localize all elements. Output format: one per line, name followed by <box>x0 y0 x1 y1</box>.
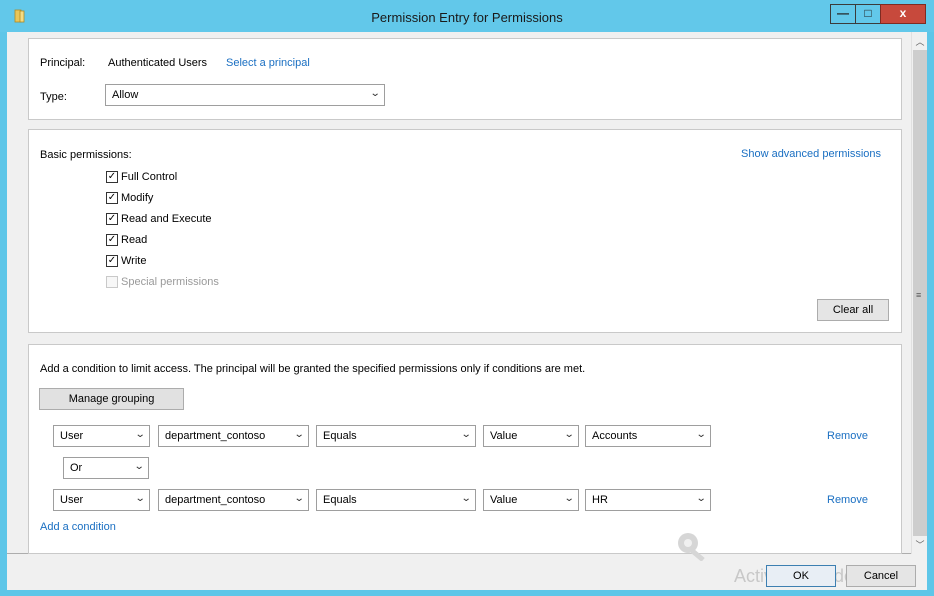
minimize-icon: — <box>837 6 849 20</box>
close-icon: x <box>899 6 907 20</box>
select-principal-link[interactable]: Select a principal <box>226 57 310 69</box>
title-bar[interactable]: Permission Entry for Permissions — □ x <box>0 0 934 32</box>
write-checkbox[interactable]: ✓ <box>106 255 118 267</box>
add-condition-link[interactable]: Add a condition <box>40 521 116 533</box>
write-label[interactable]: Write <box>121 255 146 267</box>
window-title: Permission Entry for Permissions <box>371 10 563 25</box>
chevron-down-icon: ⌄ <box>369 88 381 99</box>
close-button[interactable]: x <box>880 4 926 24</box>
show-advanced-permissions-link[interactable]: Show advanced permissions <box>741 148 881 160</box>
type-select[interactable]: Allow ⌄ <box>105 84 385 106</box>
condition-1-operator-select[interactable]: Equals ⌄ <box>316 425 476 447</box>
condition-2-subject-select[interactable]: User ⌄ <box>53 489 150 511</box>
condition-1-attribute-select[interactable]: department_contoso ⌄ <box>158 425 309 447</box>
maximize-icon: □ <box>864 6 872 20</box>
scroll-down-arrow-icon[interactable]: ﹀ <box>912 537 928 553</box>
basic-permissions-panel: Basic permissions: Show advanced permiss… <box>28 129 902 333</box>
type-select-value: Allow <box>112 89 139 101</box>
chevron-down-icon: ⌄ <box>293 493 305 504</box>
type-label: Type: <box>40 91 67 103</box>
chevron-down-icon: ⌄ <box>563 493 575 504</box>
scroll-up-arrow-icon[interactable]: ︿ <box>912 34 928 50</box>
read-and-execute-checkbox[interactable]: ✓ <box>106 213 118 225</box>
condition-2-operator-value: Equals <box>323 494 357 506</box>
chevron-down-icon: ⌄ <box>293 429 305 440</box>
clear-all-button[interactable]: Clear all <box>817 299 889 321</box>
condition-2-subject-value: User <box>60 494 84 506</box>
dialog-client: Principal: Authenticated Users Select a … <box>7 32 927 590</box>
basic-permissions-label: Basic permissions: <box>40 149 132 161</box>
principal-value: Authenticated Users <box>108 57 208 69</box>
principal-label: Principal: <box>40 57 86 69</box>
conditions-description: Add a condition to limit access. The pri… <box>40 363 586 375</box>
special-permissions-checkbox <box>106 276 118 288</box>
full-control-checkbox[interactable]: ✓ <box>106 171 118 183</box>
condition-2-attribute-value: department_contoso <box>165 494 266 506</box>
condition-2-value-select[interactable]: HR ⌄ <box>585 489 711 511</box>
cancel-button[interactable]: Cancel <box>846 565 916 587</box>
condition-1-value-value: Accounts <box>592 430 638 442</box>
condition-2-operator-select[interactable]: Equals ⌄ <box>316 489 476 511</box>
chevron-down-icon: ⌄ <box>460 493 472 504</box>
modify-label[interactable]: Modify <box>121 192 153 204</box>
read-checkbox[interactable]: ✓ <box>106 234 118 246</box>
chevron-down-icon: ⌄ <box>133 461 145 472</box>
vertical-scrollbar[interactable]: ︿ ≡ ﹀ <box>911 32 927 554</box>
special-permissions-label: Special permissions <box>121 276 219 288</box>
condition-2-value-type-value: Value <box>490 494 518 506</box>
scroll-area: Principal: Authenticated Users Select a … <box>7 32 911 554</box>
chevron-down-icon: ⌄ <box>563 429 575 440</box>
condition-1-remove-link[interactable]: Remove <box>827 430 868 442</box>
chevron-down-icon: ⌄ <box>134 493 146 504</box>
condition-1-operator-value: Equals <box>323 430 357 442</box>
condition-connector-select[interactable]: Or ⌄ <box>63 457 149 479</box>
chevron-down-icon: ⌄ <box>134 429 146 440</box>
condition-2-value-value: HR <box>592 494 608 506</box>
manage-grouping-button[interactable]: Manage grouping <box>39 388 184 410</box>
condition-2-remove-link[interactable]: Remove <box>827 494 868 506</box>
scrollbar-grip-icon: ≡ <box>916 290 922 300</box>
modify-checkbox[interactable]: ✓ <box>106 192 118 204</box>
condition-connector-value: Or <box>70 462 83 474</box>
condition-1-subject-value: User <box>60 430 84 442</box>
ok-button[interactable]: OK <box>766 565 836 587</box>
full-control-label[interactable]: Full Control <box>121 171 177 183</box>
condition-1-subject-select[interactable]: User ⌄ <box>53 425 150 447</box>
condition-2-attribute-select[interactable]: department_contoso ⌄ <box>158 489 309 511</box>
principal-panel: Principal: Authenticated Users Select a … <box>28 38 902 120</box>
read-label[interactable]: Read <box>121 234 147 246</box>
condition-1-attribute-value: department_contoso <box>165 430 266 442</box>
read-and-execute-label[interactable]: Read and Execute <box>121 213 212 225</box>
maximize-button[interactable]: □ <box>855 4 881 24</box>
condition-2-value-type-select[interactable]: Value ⌄ <box>483 489 579 511</box>
conditions-panel: Add a condition to limit access. The pri… <box>28 344 902 554</box>
chevron-down-icon: ⌄ <box>695 493 707 504</box>
condition-1-value-select[interactable]: Accounts ⌄ <box>585 425 711 447</box>
condition-1-value-type-select[interactable]: Value ⌄ <box>483 425 579 447</box>
key-watermark-icon <box>678 533 705 561</box>
permission-entry-window: Permission Entry for Permissions — □ x P… <box>0 0 934 596</box>
chevron-down-icon: ⌄ <box>695 429 707 440</box>
condition-1-value-type-value: Value <box>490 430 518 442</box>
chevron-down-icon: ⌄ <box>460 429 472 440</box>
minimize-button[interactable]: — <box>830 4 856 24</box>
